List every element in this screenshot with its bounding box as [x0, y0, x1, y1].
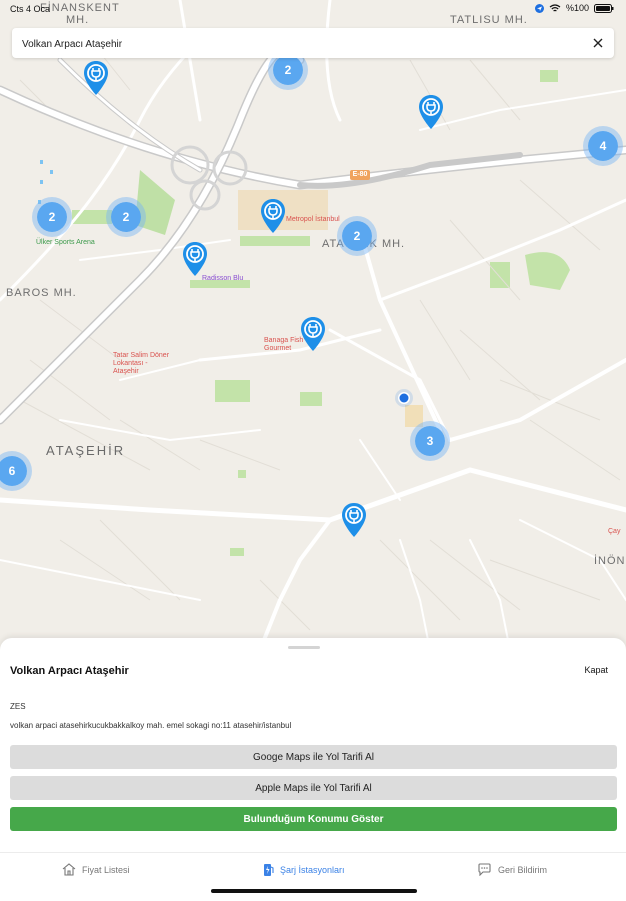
show-my-location-button[interactable]: Bulunduğum Konumu Göster	[10, 807, 617, 831]
status-icons: %100	[534, 3, 614, 13]
charging-station-pin-icon	[261, 199, 285, 233]
wifi-icon	[549, 3, 561, 11]
battery-percent: %100	[565, 3, 589, 13]
station-cluster[interactable]: 2	[106, 197, 146, 237]
charging-station-pin[interactable]	[341, 502, 367, 538]
apple-maps-directions-button[interactable]: Apple Maps ile Yol Tarifi Al	[10, 776, 617, 800]
status-time: Cts 4 Oca	[10, 4, 51, 14]
chat-bubble-icon	[478, 863, 491, 876]
charging-station-pin[interactable]	[260, 198, 286, 234]
tab-label: Geri Bildirim	[498, 864, 548, 875]
search-input[interactable]	[20, 34, 584, 54]
station-cluster[interactable]: 2	[337, 216, 377, 256]
station-title: Volkan Arpacı Ataşehir	[10, 665, 129, 677]
charging-station-pin[interactable]	[418, 94, 444, 130]
tab-label: Şarj İstasyonları	[280, 865, 345, 875]
charging-station-pin-icon	[183, 242, 207, 276]
status-bar: Cts 4 Oca %100	[0, 0, 626, 20]
home-indicator	[211, 889, 417, 893]
charging-station-pin[interactable]	[182, 241, 208, 277]
station-cluster[interactable]: 4	[583, 126, 623, 166]
map-view[interactable]: E-80 FİNANSKENT MH. TATLISU MH. ATATÜRK …	[0, 0, 626, 650]
location-icon	[534, 3, 544, 13]
tab-charging-stations[interactable]: Şarj İstasyonları	[263, 863, 345, 877]
charging-station-pin[interactable]	[83, 60, 109, 96]
close-icon	[593, 38, 603, 48]
station-operator: ZES	[10, 702, 26, 711]
tab-price-list[interactable]: Fiyat Listesi	[62, 863, 130, 876]
close-sheet-button[interactable]: Kapat	[584, 665, 608, 675]
charging-station-pin-icon	[342, 503, 366, 537]
charging-station-pin-icon	[419, 95, 443, 129]
station-address: volkan arpaci atasehirkucukbakkalkoy mah…	[10, 721, 292, 730]
battery-icon	[594, 3, 614, 13]
tab-feedback[interactable]: Geri Bildirim	[477, 863, 547, 876]
station-cluster[interactable]: 2	[32, 197, 72, 237]
station-detail-sheet: Volkan Arpacı Ataşehir Kapat ZES volkan …	[0, 638, 626, 852]
charging-station-pin-icon	[301, 317, 325, 351]
google-maps-directions-button[interactable]: Googe Maps ile Yol Tarifi Al	[10, 745, 617, 769]
charging-station-pin[interactable]	[300, 316, 326, 352]
search-bar	[12, 28, 614, 58]
tab-label: Fiyat Listesi	[82, 864, 130, 875]
charging-station-pin-icon	[84, 61, 108, 95]
station-cluster[interactable]: 3	[410, 421, 450, 461]
tab-bar: Fiyat Listesi Şarj İstasyonları Geri Bil…	[0, 852, 626, 901]
clear-search-button[interactable]	[590, 35, 606, 51]
sheet-grabber[interactable]	[288, 646, 320, 649]
home-icon	[62, 863, 76, 876]
charging-station-icon	[264, 864, 274, 876]
